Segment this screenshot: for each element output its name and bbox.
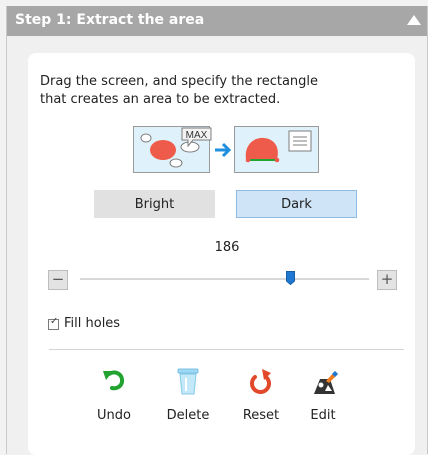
max-badge-text: MAX — [186, 130, 208, 141]
extract-area-panel: Step 1: Extract the area Drag the screen… — [6, 6, 428, 455]
dark-button[interactable]: Dark — [236, 190, 357, 218]
extract-illustration: MAX — [133, 126, 319, 173]
measure-point-right-icon — [274, 157, 280, 163]
bright-button[interactable]: Bright — [94, 190, 215, 218]
instruction-line-1: Drag the screen, and specify the rectang… — [40, 74, 319, 89]
threshold-slider-track[interactable] — [80, 278, 369, 280]
threshold-value: 186 — [214, 240, 240, 255]
edit-icon — [314, 371, 338, 394]
undo-icon — [103, 370, 125, 391]
check-mark-icon: ✓ — [50, 316, 59, 327]
panel-header[interactable]: Step 1: Extract the area — [7, 6, 427, 36]
arrow-right-icon — [215, 142, 232, 158]
collapse-triangle-icon[interactable] — [407, 15, 421, 25]
edit-label: Edit — [310, 408, 336, 423]
instruction-text: Drag the screen, and specify the rectang… — [40, 73, 340, 109]
reset-label: Reset — [242, 408, 280, 423]
instruction-line-2: that creates an area to be extracted. — [40, 92, 281, 107]
panel-title: Step 1: Extract the area — [15, 12, 205, 28]
decrease-button[interactable]: − — [48, 270, 68, 290]
hole-bottom-icon — [169, 158, 183, 168]
measure-point-left-icon — [245, 157, 251, 163]
fill-holes-checkbox[interactable]: ✓ — [48, 316, 59, 330]
blob-shape-icon — [150, 140, 176, 160]
fill-holes-label: Fill holes — [64, 316, 121, 331]
threshold-slider-thumb[interactable] — [286, 271, 295, 285]
hole-small-icon — [140, 133, 152, 143]
trash-icon — [177, 368, 199, 395]
divider — [49, 349, 404, 350]
reset-icon — [250, 369, 271, 394]
panel-content: Drag the screen, and specify the rectang… — [28, 53, 415, 455]
increase-button[interactable]: + — [377, 270, 397, 290]
delete-label: Delete — [166, 408, 210, 423]
undo-label: Undo — [97, 408, 131, 423]
